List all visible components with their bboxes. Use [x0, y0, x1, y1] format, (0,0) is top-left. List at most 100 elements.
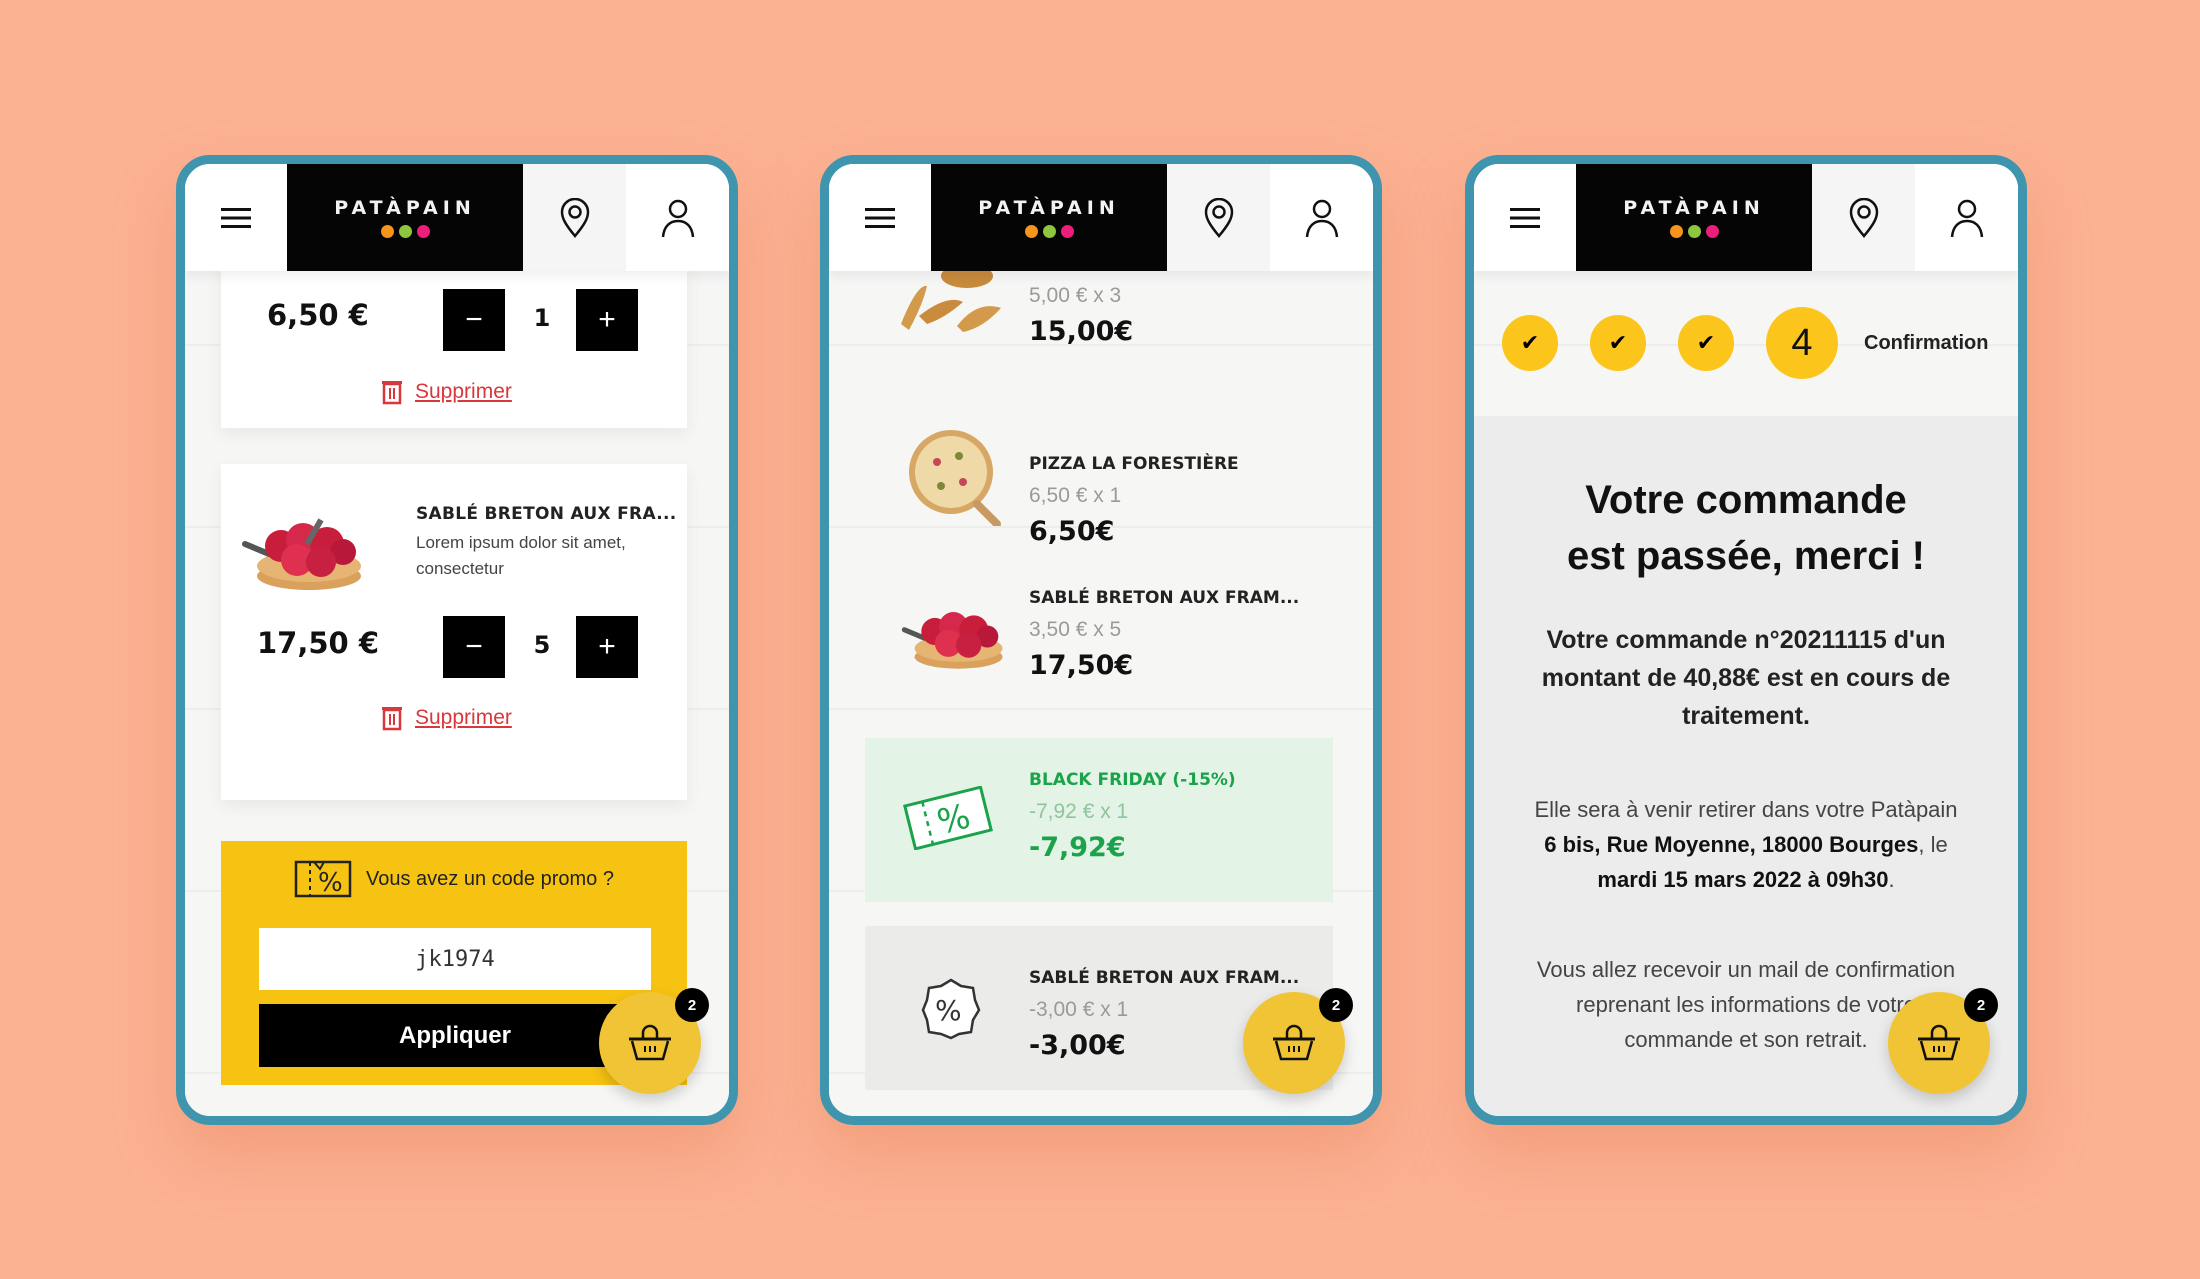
croissant-image: [897, 264, 1007, 339]
brand-dots: [1669, 225, 1719, 238]
svg-text:%: %: [318, 868, 343, 898]
green-dot: [1687, 225, 1701, 238]
top-bar: PATÀPAIN: [1474, 164, 2018, 271]
trash-icon: [382, 381, 402, 405]
svg-text:%: %: [935, 994, 962, 1027]
location-button[interactable]: [1167, 164, 1270, 271]
green-dot: [1042, 225, 1056, 238]
check-icon: ✔: [1696, 330, 1716, 355]
basket-icon: [629, 1024, 671, 1061]
order-amount: 40,88€: [1683, 664, 1760, 692]
promo-code-input[interactable]: [259, 928, 651, 990]
location-button[interactable]: [523, 164, 626, 271]
raspberry-tart-image: [241, 504, 371, 599]
brand-name: PATÀPAIN: [978, 197, 1120, 219]
pink-dot: [416, 225, 430, 238]
recap-item-title: PIZZA LA FORESTIÈRE: [1029, 454, 1239, 474]
account-button[interactable]: [1915, 164, 2018, 271]
phone-confirmation-screen: PATÀPAIN ✔ ✔ ✔ 4 Confirmation Votre comm…: [1465, 155, 2027, 1125]
step-4-current: 4: [1766, 307, 1838, 379]
recap-item-title: SABLÉ BRETON AUX FRAM...: [1029, 968, 1300, 988]
text: .: [1888, 867, 1895, 892]
recap-unit-price: 5,00 € x 3: [1029, 284, 1122, 307]
recap-line-total: 6,50€: [1029, 516, 1115, 547]
cart-item-card: 6,50 € − 1 + Supprimer: [221, 264, 687, 428]
account-button[interactable]: [626, 164, 729, 271]
hamburger-icon: [1510, 207, 1540, 228]
pink-dot: [1060, 225, 1074, 238]
location-button[interactable]: [1812, 164, 1915, 271]
step-2-done: ✔: [1590, 315, 1646, 371]
cart-item-card: SABLÉ BRETON AUX FRA... Lorem ipsum dolo…: [221, 464, 687, 800]
quantity-value: 5: [533, 631, 551, 659]
cart-fab-button[interactable]: 2: [1888, 988, 1998, 1094]
brand-logo[interactable]: PATÀPAIN: [1576, 164, 1812, 271]
title-line: est passée, merci !: [1567, 534, 1925, 578]
discount-line-black-friday: % BLACK FRIDAY (-15%) -7,92 € x 1 -7,92€: [865, 738, 1333, 902]
order-summary-text: Votre commande n°20211115 d'un montant d…: [1534, 621, 1958, 735]
delete-button[interactable]: Supprimer: [381, 379, 512, 405]
user-icon: [661, 199, 694, 237]
discount-total: -7,92€: [1029, 832, 1126, 863]
basket-icon: [1918, 1024, 1960, 1061]
map-pin-icon: [560, 197, 589, 238]
menu-button[interactable]: [185, 164, 287, 271]
recap-line-total: 15,00€: [1029, 316, 1134, 347]
user-icon: [1305, 199, 1338, 237]
menu-button[interactable]: [1474, 164, 1576, 271]
map-pin-icon: [1849, 197, 1878, 238]
increment-button[interactable]: +: [576, 289, 638, 351]
raspberry-tart-image: [901, 594, 1011, 679]
cart-fab-button[interactable]: 2: [1243, 988, 1353, 1094]
basket-icon: [1273, 1024, 1315, 1061]
top-bar: PATÀPAIN: [185, 164, 729, 271]
trash-icon: [382, 707, 402, 731]
decrement-button[interactable]: −: [443, 289, 505, 351]
item-description: Lorem ipsum dolor sit amet, consectetur: [416, 533, 626, 578]
top-bar: PATÀPAIN: [829, 164, 1373, 271]
recap-item-title: SABLÉ BRETON AUX FRAM...: [1029, 588, 1300, 608]
promo-header: % Vous avez un code promo ?: [221, 859, 687, 899]
brand-logo[interactable]: PATÀPAIN: [931, 164, 1167, 271]
brand-name: PATÀPAIN: [334, 197, 476, 219]
item-title: SABLÉ BRETON AUX FRA...: [416, 504, 677, 524]
step-number: 4: [1791, 321, 1813, 364]
current-step-label: Confirmation: [1864, 331, 1989, 354]
confirmation-title: Votre commande est passée, merci !: [1474, 472, 2018, 584]
promo-question: Vous avez un code promo ?: [366, 867, 614, 890]
check-icon: ✔: [1608, 330, 1628, 355]
delete-label: Supprimer: [415, 380, 512, 403]
title-line: Votre commande: [1585, 478, 1907, 522]
orange-dot: [1669, 225, 1683, 238]
delete-button[interactable]: Supprimer: [381, 705, 512, 731]
pickup-address: 6 bis, Rue Moyenne, 18000 Bourges: [1544, 832, 1919, 857]
decrement-button[interactable]: −: [443, 616, 505, 678]
pickup-info-text: Elle sera à venir retirer dans votre Pat…: [1534, 792, 1958, 897]
orange-dot: [1024, 225, 1038, 238]
apply-promo-button[interactable]: Appliquer: [259, 1004, 651, 1067]
quantity-value: 1: [533, 304, 551, 332]
text: Elle sera à venir retirer dans votre Pat…: [1534, 797, 1958, 822]
menu-button[interactable]: [829, 164, 931, 271]
recap-line-total: 17,50€: [1029, 650, 1134, 681]
brand-dots: [1024, 225, 1074, 238]
discount-unit: -7,92 € x 1: [1029, 800, 1129, 823]
account-button[interactable]: [1270, 164, 1373, 271]
step-1-done: ✔: [1502, 315, 1558, 371]
map-pin-icon: [1204, 197, 1233, 238]
brand-dots: [380, 225, 430, 238]
phone-cart-screen: PATÀPAIN 6,50 € − 1 + Supprimer SABLÉ BR: [176, 155, 738, 1125]
phone-recap-screen: PATÀPAIN 5,00 € x 3 15,00€ PIZZA LA FORE…: [820, 155, 1382, 1125]
brand-logo[interactable]: PATÀPAIN: [287, 164, 523, 271]
pink-dot: [1705, 225, 1719, 238]
checkout-stepper: ✔ ✔ ✔ 4 Confirmation: [1502, 307, 2008, 379]
pizza-image: [907, 426, 1007, 531]
coupon-icon: %: [903, 785, 993, 855]
green-dot: [398, 225, 412, 238]
recap-unit-price: 6,50 € x 1: [1029, 484, 1122, 507]
percent-badge-icon: %: [921, 976, 981, 1045]
cart-fab-button[interactable]: 2: [599, 988, 709, 1094]
delete-label: Supprimer: [415, 706, 512, 729]
increment-button[interactable]: +: [576, 616, 638, 678]
brand-name: PATÀPAIN: [1623, 197, 1765, 219]
